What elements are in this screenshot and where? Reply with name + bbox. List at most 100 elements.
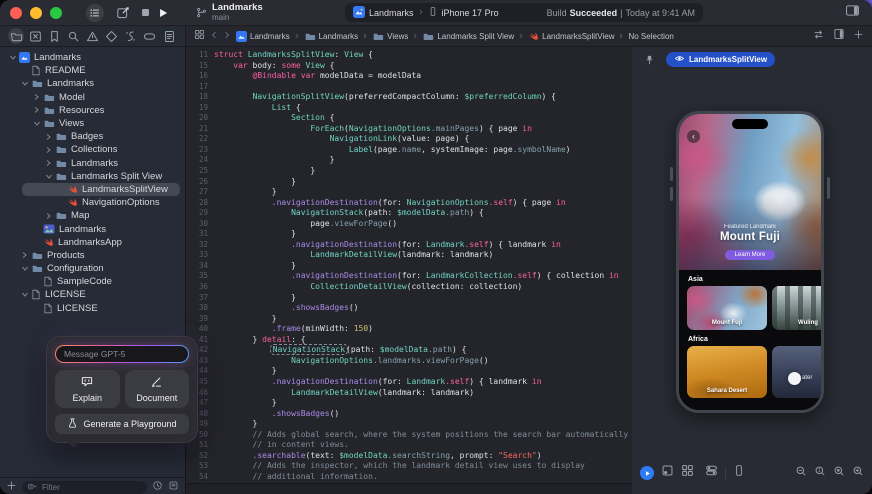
forward-button[interactable] — [223, 27, 231, 45]
zoom-fit-button[interactable] — [833, 464, 845, 482]
scheme-selector[interactable]: Landmarks iPhone 17 Pro — [353, 5, 499, 20]
add-editor-button[interactable] — [853, 27, 864, 45]
source-editor[interactable]: 11 struct LandmarksSplitView: View {15 va… — [186, 47, 632, 494]
line-number[interactable]: 25 — [186, 166, 214, 177]
code-line-17[interactable]: 17 — [186, 82, 632, 93]
line-number[interactable]: 18 — [186, 92, 214, 103]
code-line-20[interactable]: 20 Section { — [186, 113, 632, 124]
phone-preview[interactable]: ‹ Featured Landmark Mount Fuji Learn Mor… — [676, 111, 824, 413]
recent-files-button[interactable] — [152, 478, 163, 494]
disclosure-down-icon[interactable] — [20, 80, 29, 87]
add-button[interactable] — [6, 478, 17, 494]
line-number[interactable]: 51 — [186, 440, 214, 451]
zoom-button[interactable] — [50, 6, 62, 19]
code-line-16[interactable]: 16 @Bindable var modelData = modelData — [186, 71, 632, 82]
run-button[interactable] — [157, 7, 169, 19]
code-line-19[interactable]: 19 List { — [186, 103, 632, 114]
code-line-54[interactable]: 54 // additional information. — [186, 472, 632, 483]
code-line-34[interactable]: 34 } — [186, 261, 632, 272]
sidebar-item-products[interactable]: Products — [0, 249, 185, 262]
line-number[interactable]: 23 — [186, 145, 214, 156]
code-line-42[interactable]: 42 NavigationStack(path: $modelData.path… — [186, 344, 632, 356]
line-number[interactable]: 11 — [186, 50, 214, 61]
code-line-48[interactable]: 48 .showsBadges() — [186, 409, 632, 420]
disclosure-down-icon[interactable] — [20, 291, 29, 298]
sidebar-item-views[interactable]: Views — [0, 117, 185, 130]
line-number[interactable]: 17 — [186, 82, 214, 93]
breadcrumb-item-landmarks[interactable]: Landmarks — [236, 30, 290, 42]
line-number[interactable]: 28 — [186, 198, 214, 209]
code-line-18[interactable]: 18 NavigationSplitView(preferredCompactC… — [186, 92, 632, 103]
live-preview-button[interactable] — [640, 466, 654, 480]
line-number[interactable]: 24 — [186, 155, 214, 166]
nav-tab-changes[interactable] — [27, 28, 43, 44]
landmark-card-sahara-desert[interactable]: Sahara Desert — [687, 346, 767, 398]
sidebar-item-configuration[interactable]: Configuration — [0, 262, 185, 275]
build-status[interactable]: Build Succeeded | Today at 9:41 AM — [547, 8, 695, 18]
sidebar-item-resources[interactable]: Resources — [0, 104, 185, 117]
code-line-46[interactable]: 46 LandmarkDetailView(landmark: landmark… — [186, 388, 632, 399]
sidebar-item-navigationoptions[interactable]: NavigationOptions — [0, 196, 185, 209]
nav-tab-issues[interactable] — [85, 28, 101, 44]
toolbar-list-button[interactable] — [86, 3, 104, 22]
code-line-30[interactable]: 30 page.viewForPage() — [186, 219, 632, 230]
breadcrumb-item-no-selection[interactable]: No Selection — [628, 32, 673, 41]
disclosure-right-icon[interactable] — [32, 106, 41, 114]
sidebar-item-landmarks[interactable]: Landmarks — [0, 157, 185, 170]
line-number[interactable]: 32 — [186, 240, 214, 251]
disclosure-right-icon[interactable] — [44, 133, 53, 141]
line-number[interactable]: 22 — [186, 134, 214, 145]
code-line-21[interactable]: 21 ForEach(NavigationOptions.mainPages) … — [186, 124, 632, 135]
preview-chip[interactable]: LandmarksSplitView — [666, 52, 776, 67]
code-line-35[interactable]: 35 .navigationDestination(for: LandmarkC… — [186, 271, 632, 282]
disclosure-right-icon[interactable] — [44, 212, 53, 220]
code-line-45[interactable]: 45 .navigationDestination(for: Landmark.… — [186, 377, 632, 388]
line-number[interactable]: 26 — [186, 177, 214, 188]
variants-button[interactable] — [681, 464, 694, 482]
line-number[interactable]: 15 — [186, 61, 214, 72]
code-line-36[interactable]: 36 CollectionDetailView(collection: coll… — [186, 282, 632, 293]
device-settings-button[interactable] — [733, 464, 745, 482]
nav-tab-reports[interactable] — [161, 28, 177, 44]
learn-more-button[interactable]: Learn More — [724, 250, 776, 260]
explain-button[interactable]: Explain — [55, 370, 120, 408]
code-line-44[interactable]: 44 } — [186, 366, 632, 377]
code-line-28[interactable]: 28 .navigationDestination(for: Navigatio… — [186, 198, 632, 209]
sidebar-item-landmarks-split-view[interactable]: Landmarks Split View — [0, 170, 185, 183]
selectable-preview-button[interactable] — [661, 464, 674, 482]
code-line-33[interactable]: 33 LandmarkDetailView(landmark: landmark… — [186, 250, 632, 261]
zoom-in-button[interactable] — [852, 464, 864, 482]
code-line-29[interactable]: 29 NavigationStack(path: $modelData.path… — [186, 208, 632, 219]
minimize-button[interactable] — [30, 6, 42, 19]
sidebar-item-license[interactable]: LICENSE — [0, 288, 185, 301]
code-line-37[interactable]: 37 } — [186, 293, 632, 304]
line-number[interactable]: 53 — [186, 461, 214, 472]
landmark-card-mount-fuji[interactable]: Mount Fuji — [687, 286, 767, 330]
sidebar-item-map[interactable]: Map — [0, 209, 185, 222]
code-line-41[interactable]: 41 } detail: { — [186, 335, 632, 346]
color-scheme-button[interactable] — [705, 464, 718, 482]
nav-tab-bookmarks[interactable] — [46, 28, 62, 44]
code-line-43[interactable]: 43 NavigationOptions.landmarks.viewForPa… — [186, 356, 632, 367]
related-items-button[interactable] — [194, 27, 205, 45]
line-number[interactable]: 20 — [186, 113, 214, 124]
pin-button[interactable] — [644, 53, 655, 71]
line-number[interactable]: 40 — [186, 324, 214, 335]
line-number[interactable]: 31 — [186, 229, 214, 240]
line-number[interactable]: 52 — [186, 451, 214, 462]
flagged-files-button[interactable] — [168, 478, 179, 494]
zoom-out-button[interactable] — [795, 464, 807, 482]
sidebar-item-license[interactable]: LICENSE — [0, 302, 185, 315]
code-line-32[interactable]: 32 .navigationDestination(for: Landmark.… — [186, 240, 632, 251]
line-number[interactable]: 19 — [186, 103, 214, 114]
stop-button[interactable] — [140, 7, 151, 18]
line-number[interactable]: 27 — [186, 187, 214, 198]
disclosure-down-icon[interactable] — [20, 265, 29, 272]
editor-layout-button[interactable] — [845, 4, 860, 22]
line-number[interactable]: 54 — [186, 472, 214, 483]
zoom-100-button[interactable]: 1 — [814, 464, 826, 482]
line-number[interactable]: 35 — [186, 271, 214, 282]
code-line-22[interactable]: 22 NavigationLink(value: page) { — [186, 134, 632, 145]
line-number[interactable]: 39 — [186, 314, 214, 325]
disclosure-right-icon[interactable] — [32, 93, 41, 101]
